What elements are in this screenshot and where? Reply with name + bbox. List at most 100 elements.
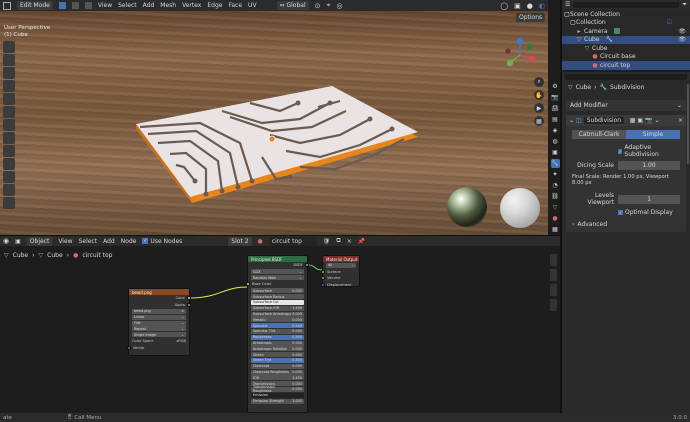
node-editor[interactable]: ▽ Cube › ▽ Cube › ● circuit top bewd.png…	[0, 246, 560, 413]
bsdf-param-field[interactable]: Roughness 0.500	[251, 334, 304, 340]
tweak-tool[interactable]	[3, 41, 15, 53]
target-dropdown[interactable]: All ⌄	[326, 262, 356, 268]
bsdf-param-field[interactable]: Subsurface Col	[251, 299, 304, 305]
bevel-tool[interactable]	[3, 171, 15, 183]
xray-icon[interactable]: ▣	[514, 2, 521, 10]
loopcut-tool[interactable]	[3, 184, 15, 196]
vertex-select-icon[interactable]	[58, 2, 66, 9]
render-tab-icon[interactable]: 📷	[551, 93, 560, 102]
proportional-edit-icon[interactable]: ◎	[336, 2, 342, 10]
outliner-item-circuit-top[interactable]: ● circuit top	[562, 61, 690, 70]
subsurface-method-dropdown[interactable]: Random Walk ⌄	[251, 275, 304, 281]
pan-icon[interactable]: ✋	[534, 90, 544, 100]
material-output-node[interactable]: Material Output All ⌄ Surface Volume Disp…	[321, 255, 360, 288]
menu-mesh[interactable]: Mesh	[160, 2, 176, 9]
material-tab-icon[interactable]: ●	[551, 214, 560, 223]
checkbox-checked-icon[interactable]: ✓	[618, 148, 623, 154]
edit-mode-toggle-icon[interactable]: ▦	[630, 117, 636, 124]
bsdf-param-field[interactable]: Subsurface IOR 1.400	[251, 305, 304, 311]
displacement-socket[interactable]	[321, 283, 325, 288]
edge-select-icon[interactable]	[71, 2, 79, 9]
bsdf-param-field[interactable]: Emission Strength 1.000	[251, 398, 304, 404]
bsdf-param-field[interactable]: Metallic 0.000	[251, 317, 304, 323]
add-modifier-dropdown[interactable]: Add Modifier ⌄	[566, 100, 686, 111]
outliner-search[interactable]	[573, 1, 680, 8]
type-catmull-clark[interactable]: Catmull-Clark	[572, 130, 626, 139]
viewport-toggle-icon[interactable]: ▣	[637, 117, 643, 124]
bsdf-param-field[interactable]: Clearcoat Roughness 0.030	[251, 369, 304, 375]
menu-vertex[interactable]: Vertex	[182, 2, 201, 9]
image-texture-node[interactable]: bewd.png Color Alpha bewd.png × Linear ⌄ …	[127, 288, 191, 356]
fake-user-icon[interactable]: 🛡	[323, 238, 331, 245]
shader-editor-icon[interactable]: ◉	[3, 237, 9, 245]
bsdf-param-field[interactable]: IOR 1.450	[251, 375, 304, 381]
cursor-tool[interactable]	[3, 54, 15, 66]
move-tool[interactable]	[3, 67, 15, 79]
node-menu-view[interactable]: View	[58, 238, 72, 245]
transform-tool[interactable]	[3, 106, 15, 118]
overlay-icon[interactable]: ◯	[500, 2, 508, 10]
snap-icon[interactable]: ⌖	[327, 1, 331, 10]
face-select-icon[interactable]	[84, 2, 92, 9]
bsdf-param-field[interactable]: Anisotropic 0.000	[251, 340, 304, 346]
outliner-item-camera[interactable]: ▸ Camera 👁	[562, 27, 690, 36]
properties-scrollbar[interactable]	[687, 84, 689, 164]
unlink-icon[interactable]: ×	[347, 238, 352, 245]
outliner-item-collection[interactable]: ▢ Collection ☑	[562, 19, 690, 28]
surface-socket[interactable]	[321, 269, 325, 274]
knife-tool[interactable]	[3, 197, 15, 209]
eye-icon[interactable]: 👁	[678, 28, 686, 35]
view-tab-icon[interactable]	[550, 284, 557, 296]
optimal-display-row[interactable]: ✓ Optimal Display	[566, 208, 686, 217]
use-nodes-checkbox[interactable]: ✓	[142, 238, 149, 244]
particles-tab-icon[interactable]: ✦	[551, 170, 560, 179]
bsdf-param-field[interactable]: Clearcoat 0.000	[251, 363, 304, 369]
filter-icon[interactable]: ⏷	[682, 1, 687, 9]
node-tab-icon[interactable]	[550, 254, 557, 266]
bsdf-param-field[interactable]: Subsurface Radius	[251, 294, 304, 300]
options-tab-icon[interactable]	[550, 299, 557, 311]
projection-dropdown[interactable]: Flat ⌄	[132, 320, 186, 326]
outliner-item-scene-collection[interactable]: ▢ Scene Collection	[562, 10, 690, 19]
outliner-item-cube-mesh[interactable]: ▽ Cube	[562, 44, 690, 53]
vector-socket[interactable]	[127, 345, 131, 350]
slot-dropdown[interactable]: Slot 2	[228, 236, 252, 246]
menu-uv[interactable]: UV	[248, 2, 257, 9]
principled-bsdf-node[interactable]: Principled BSDF BSDF GGX ⌄ Random Walk ⌄ B…	[246, 255, 309, 413]
perspective-icon[interactable]: ▦	[534, 116, 544, 126]
tool-tab-icon[interactable]: ⚙	[551, 82, 560, 91]
modifier-tab-icon[interactable]: 🔧	[550, 159, 560, 168]
pin-icon[interactable]: 📌	[358, 238, 365, 245]
material-name-field[interactable]: circuit top	[268, 236, 317, 246]
physics-tab-icon[interactable]: ◔	[551, 181, 560, 190]
3d-viewport[interactable]: User Perspective (1) Cube ⌕ ✋ ▶ ▦	[0, 11, 548, 235]
menu-face[interactable]: Face	[228, 2, 242, 9]
chevron-down-icon[interactable]: ⌄	[569, 117, 574, 124]
checkbox-checked-icon[interactable]: ✓	[618, 210, 623, 215]
output-tab-icon[interactable]: 🖨	[551, 104, 560, 113]
adaptive-subdivision-row[interactable]: ✓ Adaptive Subdivision	[566, 143, 686, 159]
annotate-tool[interactable]	[3, 119, 15, 131]
tool-tab-icon[interactable]	[550, 269, 557, 281]
bsdf-param-field[interactable]: Subsurface Anisotropy 0.000	[251, 311, 304, 317]
source-dropdown[interactable]: Single Image ⌄	[132, 332, 186, 338]
bsdf-param-field[interactable]: Specular Tint 0.000	[251, 328, 304, 334]
pivot-icon[interactable]: ⊙	[315, 2, 321, 10]
menu-edge[interactable]: Edge	[207, 2, 222, 9]
bsdf-param-field[interactable]: Anisotropic Rotation 0.000	[251, 346, 304, 352]
levels-viewport-field[interactable]: 1	[618, 194, 680, 204]
outliner-editor-icon[interactable]: ☰	[565, 1, 570, 8]
scale-tool[interactable]	[3, 93, 15, 105]
checkbox-icon[interactable]: ☑	[667, 19, 672, 26]
shader-type-dropdown[interactable]: Object	[26, 236, 53, 246]
world-tab-icon[interactable]: ◍	[551, 137, 560, 146]
bsdf-param-field[interactable]: Sheen 0.000	[251, 352, 304, 358]
menu-view[interactable]: View	[98, 2, 112, 9]
camera-view-icon[interactable]: ▶	[534, 103, 544, 113]
shading-material-icon[interactable]: ◐	[539, 2, 545, 10]
base-color-socket[interactable]	[246, 282, 250, 287]
outliner-item-circuit-base[interactable]: ● Circuit base	[562, 53, 690, 62]
shading-solid-icon[interactable]: ●	[527, 2, 533, 10]
properties-search[interactable]	[565, 73, 687, 80]
bsdf-param-field[interactable]: Sheen Tint 0.500	[251, 357, 304, 363]
